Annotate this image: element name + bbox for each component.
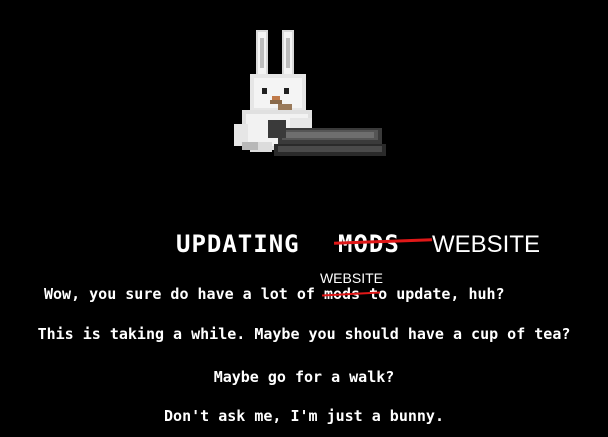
title-row: UPDATING MODS WEBSITE: [0, 226, 608, 262]
line1-replacement-word: WEBSITE: [319, 270, 383, 286]
line1-before-text: Wow, you sure do have a lot of: [44, 285, 315, 303]
line1-struck-holder: mods WEBSITE: [320, 270, 383, 303]
message-line-2: This is taking a while. Maybe you should…: [37, 325, 571, 343]
page-title: UPDATING: [176, 230, 300, 258]
message-line-3: Maybe go for a walk?: [213, 368, 395, 386]
message-line-4: Don't ask me, I'm just a bunny.: [164, 407, 444, 425]
line1-after-text: to update, huh?: [369, 285, 505, 303]
title-replacement-word: WEBSITE: [432, 231, 541, 258]
bunny-with-laptop-icon: [220, 22, 390, 167]
message-line-1: Wow, you sure do have a lot of mods WEBS…: [44, 270, 505, 307]
